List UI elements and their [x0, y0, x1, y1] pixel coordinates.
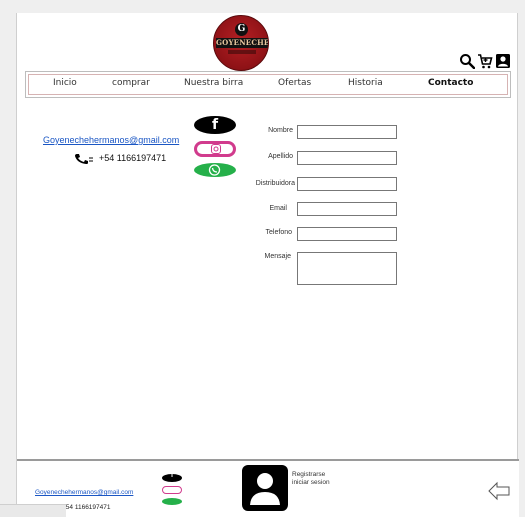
logo-sub-decoration — [228, 50, 256, 54]
bottom-status-strip — [0, 504, 66, 517]
form-label-telefono: Telefono — [265, 229, 292, 236]
footer-facebook-icon[interactable]: f — [162, 472, 182, 482]
back-arrow-icon[interactable] — [487, 481, 511, 501]
login-link[interactable]: iniciar sesion — [292, 479, 330, 486]
nombre-input[interactable] — [297, 125, 397, 139]
apellido-input[interactable] — [297, 151, 397, 165]
page: G GOYENECHE Inicio comprar Nuestra birra… — [16, 13, 519, 517]
form-label-distribuidora: Distribuidora — [255, 180, 295, 187]
brand-logo[interactable]: G GOYENECHE — [213, 15, 269, 71]
footer-whatsapp-icon[interactable] — [162, 498, 182, 505]
search-icon[interactable] — [459, 53, 475, 69]
register-link[interactable]: Registrarse — [292, 471, 325, 478]
form-label-email: Email — [269, 205, 287, 212]
footer-phone: +54 1166197471 — [62, 504, 111, 511]
mensaje-textarea[interactable] — [297, 252, 397, 285]
nav-item-inicio[interactable]: Inicio — [53, 78, 77, 88]
form-label-nombre: Nombre — [268, 127, 293, 134]
footer: Goyenechehermanos@gmail.com +54 11661974… — [17, 459, 519, 517]
user-avatar-button[interactable] — [242, 465, 288, 511]
footer-instagram-icon[interactable] — [162, 486, 182, 494]
instagram-icon[interactable] — [194, 141, 236, 157]
nav-item-historia[interactable]: Historia — [348, 78, 383, 88]
form-label-apellido: Apellido — [268, 153, 293, 160]
cart-icon[interactable] — [477, 53, 493, 69]
nav-item-nuestra-birra[interactable]: Nuestra birra — [184, 78, 243, 88]
footer-email-link[interactable]: Goyenechehermanos@gmail.com — [35, 489, 133, 496]
telefono-input[interactable] — [297, 227, 397, 241]
email-field[interactable] — [297, 202, 397, 216]
contact-email-link[interactable]: Goyenechehermanos@gmail.com — [43, 135, 179, 145]
main-nav: Inicio comprar Nuestra birra Ofertas His… — [25, 71, 511, 98]
distribuidora-input[interactable] — [297, 177, 397, 191]
nav-item-contacto[interactable]: Contacto — [428, 78, 473, 88]
nav-item-ofertas[interactable]: Ofertas — [278, 78, 311, 88]
logo-band-text: GOYENECHE — [216, 38, 269, 48]
account-icon[interactable] — [495, 53, 511, 69]
contact-phone: +54 1166197471 — [99, 153, 167, 163]
nav-item-comprar[interactable]: comprar — [112, 78, 150, 88]
facebook-icon[interactable]: f — [194, 116, 236, 134]
phone-icon — [75, 154, 93, 164]
logo-letter: G — [235, 23, 248, 36]
user-icon — [250, 473, 280, 505]
whatsapp-icon[interactable] — [194, 163, 236, 177]
form-label-mensaje: Mensaje — [264, 253, 291, 260]
